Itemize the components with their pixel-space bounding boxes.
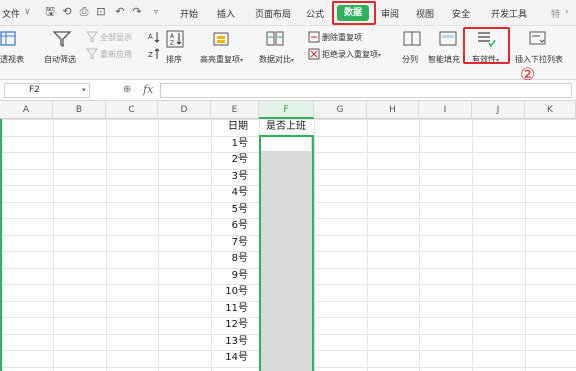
sort-ascending-icon[interactable]: A xyxy=(148,31,160,43)
smart-fill-icon[interactable] xyxy=(438,30,458,48)
column-line xyxy=(367,119,368,371)
column-header-e[interactable]: E xyxy=(211,101,259,119)
sort-label[interactable]: 排序 xyxy=(166,54,182,65)
autofilter-label[interactable]: 自动筛选 xyxy=(44,54,76,65)
insert-dropdown-label[interactable]: 插入下拉列表 xyxy=(515,54,563,65)
more-tabs-icon[interactable]: › xyxy=(565,7,569,17)
data-compare-icon[interactable] xyxy=(265,30,285,48)
column-line xyxy=(472,119,473,371)
date-cell[interactable]: 8号 xyxy=(211,251,258,267)
tab-view[interactable]: 视图 xyxy=(416,7,434,20)
show-all-label: 全部显示 xyxy=(100,33,132,42)
print-icon[interactable]: ⎙ xyxy=(78,6,90,18)
column-header-b[interactable]: B xyxy=(53,101,106,119)
reject-duplicates-label[interactable]: 拒绝录入重复项▾ xyxy=(322,49,381,60)
smart-fill-label[interactable]: 智能填充 xyxy=(428,54,460,65)
cell-e1-header[interactable]: 日期 xyxy=(211,119,258,135)
pivot-table-icon[interactable] xyxy=(0,30,20,48)
tab-security[interactable]: 安全 xyxy=(452,7,470,20)
column-header-h[interactable]: H xyxy=(367,101,419,119)
date-cell[interactable]: 11号 xyxy=(211,301,258,317)
date-cell[interactable]: 4号 xyxy=(211,185,258,201)
redo-icon[interactable]: ↷ xyxy=(131,6,143,18)
split-column-label[interactable]: 分列 xyxy=(402,54,418,65)
customize-toolbar-icon[interactable]: ▿ xyxy=(150,6,162,18)
file-menu-chevron-icon[interactable]: ∨ xyxy=(24,7,31,17)
remove-duplicates-label[interactable]: 删除重复项 xyxy=(322,32,362,43)
tab-review[interactable]: 审阅 xyxy=(381,7,399,20)
print-preview-icon[interactable]: ⊡ xyxy=(95,6,107,18)
name-box-dropdown-icon[interactable]: ▾ xyxy=(82,83,86,98)
column-header-a[interactable]: A xyxy=(0,101,53,119)
date-cell[interactable]: 7号 xyxy=(211,235,258,251)
file-menu[interactable]: 文件 xyxy=(2,7,20,20)
selection-border xyxy=(259,135,314,371)
menu-bar: 文件 ∨ 🖫 ⟲ ⎙ ⊡ ↶ ↷ ▿ 开始 插入 页面布局 公式 数据 审阅 视… xyxy=(0,0,576,26)
column-header-g[interactable]: G xyxy=(314,101,367,119)
date-cell[interactable]: 2号 xyxy=(211,152,258,168)
tab-overflow[interactable]: 特 xyxy=(551,7,560,20)
date-cell[interactable]: 1号 xyxy=(211,136,258,152)
svg-text:A: A xyxy=(148,33,153,41)
date-cell[interactable]: 13号 xyxy=(211,334,258,350)
date-cell[interactable]: 12号 xyxy=(211,317,258,333)
reject-duplicates-icon[interactable] xyxy=(308,48,320,60)
save-icon[interactable]: 🖫 xyxy=(44,6,56,18)
tab-insert[interactable]: 插入 xyxy=(217,7,235,20)
formula-bar: F2 ▾ ⊕ fx xyxy=(0,80,576,101)
date-cell[interactable]: 10号 xyxy=(211,284,258,300)
date-cell[interactable]: 6号 xyxy=(211,218,258,234)
tab-home[interactable]: 开始 xyxy=(180,7,198,20)
split-column-icon[interactable] xyxy=(402,30,422,48)
column-header-k[interactable]: K xyxy=(525,101,576,119)
sort-descending-icon[interactable]: Z xyxy=(148,48,160,60)
column-header-f[interactable]: F xyxy=(259,101,314,119)
column-header-d[interactable]: D xyxy=(158,101,211,119)
column-header-c[interactable]: C xyxy=(106,101,158,119)
column-line xyxy=(525,119,526,371)
highlight-duplicates-icon[interactable] xyxy=(212,30,232,48)
date-cell[interactable]: 3号 xyxy=(211,169,258,185)
remove-duplicates-icon[interactable] xyxy=(308,31,320,43)
tab-developer[interactable]: 开发工具 xyxy=(491,7,527,20)
validity-highlight xyxy=(463,27,510,64)
column-header-j[interactable]: J xyxy=(472,101,525,119)
tab-formulas[interactable]: 公式 xyxy=(306,7,324,20)
svg-text:Z: Z xyxy=(148,51,153,59)
column-line xyxy=(314,119,315,371)
data-tab-highlight xyxy=(332,1,376,25)
column-line xyxy=(158,119,159,371)
cell-f1-header[interactable]: 是否上班 xyxy=(259,119,313,135)
reapply-label: 重新应用 xyxy=(100,50,132,59)
sort-icon[interactable]: AZ xyxy=(166,30,184,48)
insert-function-icon[interactable]: fx xyxy=(143,83,153,96)
tab-page-layout[interactable]: 页面布局 xyxy=(255,7,291,20)
zoom-search-icon[interactable]: ⊕ xyxy=(123,84,131,95)
formula-input[interactable] xyxy=(160,83,572,98)
insert-dropdown-icon[interactable] xyxy=(528,30,548,48)
column-line xyxy=(419,119,420,371)
reapply-icon xyxy=(85,48,99,60)
row-selection-indicator xyxy=(0,119,2,371)
column-header-i[interactable]: I xyxy=(419,101,472,119)
date-cell[interactable]: 14号 xyxy=(211,350,258,366)
column-line xyxy=(106,119,107,371)
svg-text:A: A xyxy=(170,33,175,40)
undo-history-icon[interactable]: ⟲ xyxy=(61,6,73,18)
svg-text:Z: Z xyxy=(170,40,174,47)
filter-icon[interactable] xyxy=(52,30,72,48)
pivot-table-label[interactable]: 透视表 xyxy=(0,54,24,65)
name-box[interactable]: F2 xyxy=(4,83,90,98)
highlight-duplicates-label[interactable]: 高亮重复项▾ xyxy=(200,54,243,65)
show-all-icon xyxy=(85,31,99,43)
column-line xyxy=(53,119,54,371)
data-compare-label[interactable]: 数据对比▾ xyxy=(259,54,294,65)
date-cell[interactable]: 9号 xyxy=(211,268,258,284)
date-cell[interactable]: 5号 xyxy=(211,202,258,218)
undo-icon[interactable]: ↶ xyxy=(114,6,126,18)
